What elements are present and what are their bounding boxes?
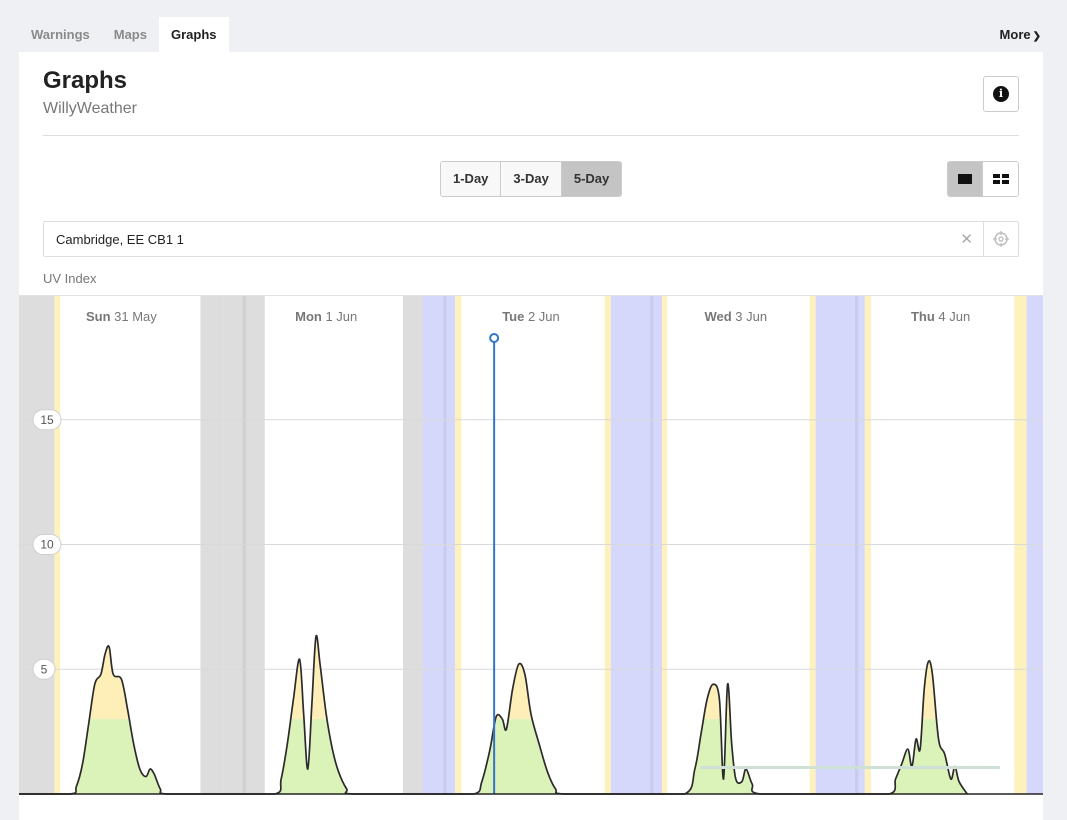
gridlines xyxy=(19,419,1043,670)
y-tick-label: 10 xyxy=(40,538,54,552)
crosshair-icon[interactable] xyxy=(993,231,1009,247)
graph-label: UV Index xyxy=(43,271,97,286)
tab-graphs[interactable]: Graphs xyxy=(158,17,229,52)
tab-maps[interactable]: Maps xyxy=(102,17,159,52)
grid-view-button[interactable] xyxy=(983,162,1018,196)
range-5-day-button[interactable]: 5-Day xyxy=(561,162,622,196)
more-menu[interactable]: More ❯ xyxy=(1000,17,1041,54)
location-input[interactable] xyxy=(44,222,944,256)
clear-icon[interactable]: ✕ xyxy=(960,230,973,248)
view-toggle xyxy=(947,161,1019,197)
day-label: Tue 2 Jun xyxy=(502,309,560,324)
location-search: ✕ xyxy=(43,221,1019,257)
grid-view-icon xyxy=(992,173,1009,185)
day-label: Mon 1 Jun xyxy=(295,309,357,324)
divider xyxy=(43,135,1019,136)
info-icon: i xyxy=(993,86,1009,102)
chevron-down-icon: ❯ xyxy=(1032,31,1041,42)
cursor-handle[interactable] xyxy=(489,333,500,343)
tab-bar: Warnings Maps Graphs xyxy=(19,17,229,52)
info-button[interactable]: i xyxy=(983,76,1019,112)
location-separator xyxy=(983,222,984,256)
y-tick-label: 5 xyxy=(41,662,48,676)
range-1-day-button[interactable]: 1-Day xyxy=(441,162,502,196)
page-subtitle: WillyWeather xyxy=(43,100,137,117)
single-view-button[interactable] xyxy=(948,162,983,196)
range-3-day-button[interactable]: 3-Day xyxy=(501,162,562,196)
day-label: Sun 31 May xyxy=(86,309,157,324)
day-label: Thu 4 Jun xyxy=(911,309,970,324)
uv-index-graph[interactable]: Sun 31 May Mon 1 Jun Tue 2 Jun Wed 3 Jun Thu… xyxy=(19,295,1043,795)
single-view-icon xyxy=(958,174,972,184)
range-selector: 1-Day 3-Day 5-Day xyxy=(440,161,623,197)
graphs-panel: Graphs WillyWeather i 1-Day 3-Day 5-Day … xyxy=(19,52,1043,820)
y-tick-label: 15 xyxy=(40,413,54,427)
day-label: Wed 3 Jun xyxy=(704,309,767,324)
tab-warnings[interactable]: Warnings xyxy=(19,17,102,52)
more-label: More xyxy=(999,27,1031,42)
page-title: Graphs xyxy=(43,67,128,94)
bottom-preview-strip xyxy=(700,766,1000,769)
